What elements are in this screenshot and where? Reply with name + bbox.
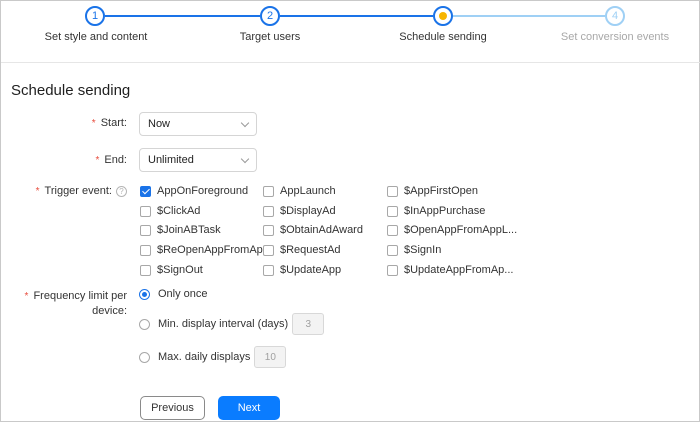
- next-button[interactable]: Next: [218, 396, 280, 420]
- step-progress: 1 2 4 Set style and content Target users…: [1, 1, 700, 63]
- frequency-option-max-daily[interactable]: Max. daily displays 10: [139, 346, 287, 368]
- help-icon[interactable]: ?: [116, 185, 127, 197]
- trigger-event-checkbox[interactable]: $DisplayAd: [263, 205, 336, 217]
- trigger-event-checkbox[interactable]: AppOnForeground: [140, 185, 248, 197]
- step-3-circle-current: [433, 6, 453, 26]
- checkbox-icon: [387, 264, 398, 276]
- trigger-event-label: * Trigger event:?: [31, 185, 127, 197]
- current-step-dot: [439, 12, 447, 20]
- frequency-option-min-interval[interactable]: Min. display interval (days) 3: [139, 313, 325, 335]
- min-interval-input[interactable]: 3: [292, 313, 325, 335]
- checkbox-icon: [263, 185, 274, 197]
- trigger-event-checkbox[interactable]: $SignOut: [140, 264, 203, 276]
- checkbox-icon: [263, 205, 274, 217]
- radio-icon: [139, 318, 150, 330]
- chevron-down-icon: [240, 118, 250, 127]
- step-connector-3: [453, 15, 605, 17]
- frequency-option-only-once[interactable]: Only once: [139, 288, 208, 300]
- trigger-event-checkbox[interactable]: $RequestAd: [263, 244, 341, 256]
- trigger-event-checkbox[interactable]: $ClickAd: [140, 205, 200, 217]
- checkbox-icon: [140, 224, 151, 236]
- previous-button[interactable]: Previous: [140, 396, 205, 420]
- trigger-event-checkbox[interactable]: $InAppPurchase: [387, 205, 485, 217]
- step-1-label: Set style and content: [44, 31, 148, 43]
- checkbox-icon: [140, 244, 151, 256]
- trigger-event-checkbox[interactable]: $ReOpenAppFromAp...: [140, 244, 272, 256]
- trigger-event-checkbox[interactable]: AppLaunch: [263, 185, 336, 197]
- trigger-event-checkbox[interactable]: $ObtainAdAward: [263, 224, 363, 236]
- step-connector-1: [105, 15, 260, 17]
- step-connector-2: [280, 15, 433, 17]
- trigger-event-checkbox[interactable]: $UpdateApp: [263, 264, 341, 276]
- step-2-label: Target users: [239, 31, 301, 43]
- radio-checked-icon: [139, 288, 150, 300]
- checkbox-icon: [263, 224, 274, 236]
- step-1-circle: 1: [85, 6, 105, 26]
- step-3-label: Schedule sending: [399, 31, 487, 43]
- section-title: Schedule sending: [11, 82, 131, 99]
- checkbox-icon: [387, 185, 398, 197]
- max-daily-input[interactable]: 10: [254, 346, 287, 368]
- checkbox-icon: [387, 244, 398, 256]
- radio-icon: [139, 351, 150, 363]
- chevron-down-icon: [240, 154, 250, 163]
- trigger-event-checkbox[interactable]: $SignIn: [387, 244, 441, 256]
- checkbox-icon: [387, 224, 398, 236]
- step-4-label: Set conversion events: [560, 31, 670, 43]
- step-2-circle: 2: [260, 6, 280, 26]
- checkbox-icon: [140, 264, 151, 276]
- step-4-circle: 4: [605, 6, 625, 26]
- page-frame: 1 2 4 Set style and content Target users…: [0, 0, 700, 422]
- start-select[interactable]: Now: [139, 112, 257, 136]
- checkbox-icon: [387, 205, 398, 217]
- trigger-event-checkbox[interactable]: $OpenAppFromAppL...: [387, 224, 517, 236]
- end-label: * End:: [95, 154, 127, 166]
- checkbox-checked-icon: [140, 185, 151, 197]
- checkbox-icon: [140, 205, 151, 217]
- frequency-limit-label: * Frequency limit per device:: [24, 290, 127, 317]
- start-label: * Start:: [91, 117, 127, 129]
- trigger-event-checkbox[interactable]: $JoinABTask: [140, 224, 221, 236]
- end-select[interactable]: Unlimited: [139, 148, 257, 172]
- checkbox-icon: [263, 244, 274, 256]
- trigger-event-checkbox[interactable]: $UpdateAppFromAp...: [387, 264, 513, 276]
- trigger-event-checkbox[interactable]: $AppFirstOpen: [387, 185, 478, 197]
- checkbox-icon: [263, 264, 274, 276]
